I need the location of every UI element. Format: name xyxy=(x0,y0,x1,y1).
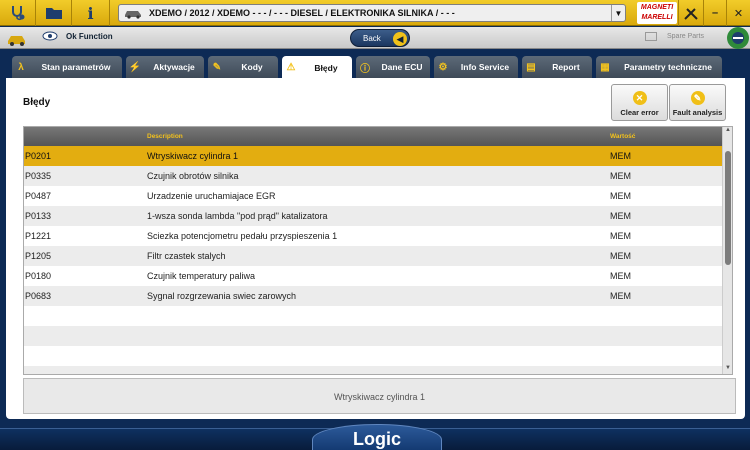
eye-icon xyxy=(42,31,58,41)
empty-row xyxy=(24,366,732,374)
table-row[interactable]: P0133 1-wsza sonda lambda "pod prąd" kat… xyxy=(24,206,732,226)
top-toolbar: i XDEMO / 2012 / XDEMO - - - / - - - DIE… xyxy=(0,0,750,26)
scroll-up-icon[interactable]: ▲ xyxy=(723,127,732,136)
scroll-thumb[interactable] xyxy=(725,151,731,265)
tab-kody[interactable]: ✎ Kody xyxy=(208,56,278,78)
vehicle-selector[interactable]: XDEMO / 2012 / XDEMO - - - / - - - DIESE… xyxy=(118,4,626,22)
lightning-icon: ⚡ xyxy=(128,61,142,73)
table-row[interactable]: P0683 Sygnal rozgrzewania swiec zarowych… xyxy=(24,286,732,306)
spare-parts-button[interactable]: Spare Parts xyxy=(645,32,704,41)
car-diagnosis-icon[interactable] xyxy=(6,29,28,52)
ok-function-label: Ok Function xyxy=(66,31,113,41)
info-icon[interactable]: i xyxy=(72,0,110,26)
tab-bledy[interactable]: ⚠ Błędy xyxy=(282,56,352,79)
chevron-down-icon[interactable]: ▼ xyxy=(611,5,625,21)
empty-row xyxy=(24,306,732,326)
empty-row xyxy=(24,326,732,346)
vehicle-text: XDEMO / 2012 / XDEMO - - - / - - - DIESE… xyxy=(149,8,455,18)
clear-error-button[interactable]: ✕ Clear error xyxy=(611,84,668,121)
minimize-button[interactable]: – xyxy=(704,0,727,26)
empty-row xyxy=(24,346,732,366)
error-table: Description Wartość P0201 Wtryskiwacz cy… xyxy=(23,126,733,375)
folder-icon[interactable] xyxy=(36,0,72,26)
table-row[interactable]: P0335 Czujnik obrotów silnika MEM xyxy=(24,166,732,186)
page-title: Błędy xyxy=(23,97,51,108)
tab-parametry-techniczne[interactable]: ▦ Parametry techniczne xyxy=(596,56,722,78)
book-icon: ▦ xyxy=(600,61,610,73)
scroll-down-icon[interactable]: ▼ xyxy=(723,365,732,374)
magneti-marelli-logo: MAGNETI MARELLI xyxy=(637,2,677,24)
gears-icon: ⚙ xyxy=(438,61,448,73)
errors-panel: Błędy ✕ Clear error ✎ Fault analysis Des… xyxy=(6,78,745,419)
connection-status-icon[interactable] xyxy=(727,27,749,49)
wrench-icon: ✎ xyxy=(212,61,222,73)
table-row[interactable]: P0201 Wtryskiwacz cylindra 1 MEM xyxy=(24,146,732,166)
table-row[interactable]: P0487 Urzadzenie uruchamiajace EGR MEM xyxy=(24,186,732,206)
lambda-icon: λ xyxy=(18,61,24,73)
column-value[interactable]: Wartość xyxy=(610,133,635,140)
selected-error-detail: Wtryskiwacz cylindra 1 xyxy=(23,378,736,414)
arrow-left-icon: ◀ xyxy=(393,32,407,46)
car-icon xyxy=(125,11,141,19)
clear-x-icon: ✕ xyxy=(632,91,647,105)
tab-dane-ecu[interactable]: ⓘ Dane ECU xyxy=(356,56,430,78)
tab-stan-parametrow[interactable]: λ Stan parametrów xyxy=(12,56,122,78)
secondary-toolbar: Ok Function Back ◀ Spare Parts xyxy=(0,27,750,49)
tab-info-service[interactable]: ⚙ Info Service xyxy=(434,56,518,78)
table-header: Description Wartość xyxy=(24,127,732,146)
table-row[interactable]: P0180 Czujnik temperatury paliwa MEM xyxy=(24,266,732,286)
printer-icon: ▤ xyxy=(526,61,536,73)
wrench-analysis-icon: ✎ xyxy=(690,91,705,105)
brand-logo: Logic xyxy=(312,424,442,450)
spare-parts-label: Spare Parts xyxy=(667,33,704,40)
back-button[interactable]: Back ◀ xyxy=(350,29,410,47)
tab-aktywacje[interactable]: ⚡ Aktywacje xyxy=(126,56,204,78)
warning-icon: ⚠ xyxy=(286,62,296,73)
tab-report[interactable]: ▤ Report xyxy=(522,56,592,78)
tools-icon[interactable] xyxy=(678,0,704,26)
envelope-icon xyxy=(645,32,657,41)
ok-function-button[interactable]: Ok Function xyxy=(42,31,113,41)
close-button[interactable]: ✕ xyxy=(727,0,750,26)
back-label: Back xyxy=(363,33,381,43)
column-description[interactable]: Description xyxy=(147,133,183,140)
stethoscope-icon[interactable] xyxy=(0,0,36,26)
fault-analysis-button[interactable]: ✎ Fault analysis xyxy=(669,84,726,121)
ecu-info-icon: ⓘ xyxy=(360,63,370,75)
table-row[interactable]: P1221 Sciezka potencjometru pedału przys… xyxy=(24,226,732,246)
table-row[interactable]: P1205 Filtr czastek stalych MEM xyxy=(24,246,732,266)
vertical-scrollbar[interactable]: ▲ ▼ xyxy=(722,127,732,374)
